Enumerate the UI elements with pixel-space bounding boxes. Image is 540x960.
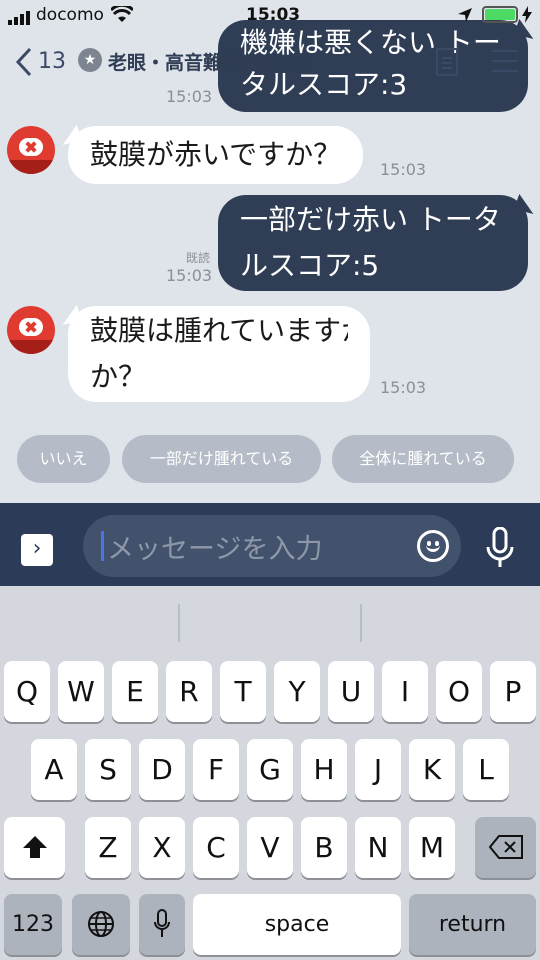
key-t[interactable]: T — [220, 661, 266, 722]
keyboard: Q W E R T Y U I O P A S D F G H J K L Z … — [0, 586, 540, 960]
message-text: 鼓膜が赤いですか？ — [90, 138, 342, 171]
key-f[interactable]: F — [193, 739, 239, 800]
bot-avatar[interactable] — [7, 306, 55, 354]
key-x[interactable]: X — [139, 817, 185, 878]
globe-key[interactable] — [72, 894, 130, 955]
key-l[interactable]: L — [463, 739, 509, 800]
key-m[interactable]: M — [409, 817, 455, 878]
key-v[interactable]: V — [247, 817, 293, 878]
message-text-line: 一部だけ赤い トータ — [240, 203, 501, 236]
backspace-key[interactable] — [475, 817, 536, 878]
shift-key[interactable] — [4, 817, 65, 878]
suggestion-divider — [360, 604, 362, 642]
expand-menu-button[interactable]: › — [21, 534, 53, 566]
message-text-line: ルスコア:5 — [240, 249, 380, 282]
carrier-name: docomo — [36, 5, 104, 25]
key-i[interactable]: I — [382, 661, 428, 722]
back-button[interactable]: 13 — [12, 44, 66, 80]
key-b[interactable]: B — [301, 817, 347, 878]
message-bubble-user[interactable]: 一部だけ赤い トータ ルスコア:5 — [218, 195, 528, 291]
message-text-line: か？ — [90, 360, 147, 393]
dictation-key[interactable] — [139, 894, 185, 955]
quick-reply-no[interactable]: いいえ — [17, 435, 110, 483]
menu-icon[interactable] — [492, 50, 518, 72]
key-w[interactable]: W — [58, 661, 104, 722]
key-y[interactable]: Y — [274, 661, 320, 722]
key-p[interactable]: P — [490, 661, 536, 722]
cross-icon — [19, 318, 43, 336]
wifi-icon — [109, 3, 135, 27]
notes-icon[interactable] — [436, 48, 458, 76]
message-bubble-bot[interactable]: 鼓膜は腫れていますか か？ — [68, 306, 370, 402]
space-key[interactable]: space — [193, 894, 401, 955]
key-g[interactable]: G — [247, 739, 293, 800]
battery-icon — [482, 6, 518, 23]
key-q[interactable]: Q — [4, 661, 50, 722]
key-c[interactable]: C — [193, 817, 239, 878]
charging-icon — [522, 6, 532, 28]
key-o[interactable]: O — [436, 661, 482, 722]
key-h[interactable]: H — [301, 739, 347, 800]
clock: 15:03 — [246, 5, 301, 25]
key-s[interactable]: S — [85, 739, 131, 800]
key-z[interactable]: Z — [85, 817, 131, 878]
text-caret — [101, 531, 104, 561]
chat-header: 13 ★ 老眼・高音難聴判定Bot — [0, 30, 540, 90]
key-n[interactable]: N — [355, 817, 401, 878]
official-badge-icon: ★ — [78, 48, 102, 72]
bot-avatar[interactable] — [7, 126, 55, 174]
key-e[interactable]: E — [112, 661, 158, 722]
message-time: 15:03 — [380, 378, 427, 397]
key-r[interactable]: R — [166, 661, 212, 722]
quick-reply-fully-swollen[interactable]: 全体に腫れている — [332, 435, 514, 483]
key-j[interactable]: J — [355, 739, 401, 800]
location-icon — [458, 7, 472, 27]
message-input-placeholder: メッセージを入力 — [107, 534, 323, 565]
cross-icon — [19, 138, 43, 156]
numbers-key[interactable]: 123 — [4, 894, 62, 955]
voice-input-icon[interactable] — [485, 526, 515, 571]
message-time: 15:03 — [166, 266, 213, 285]
message-time: 15:03 — [380, 160, 427, 179]
message-text-line: 鼓膜は腫れていますか — [90, 314, 348, 347]
key-u[interactable]: U — [328, 661, 374, 722]
unread-count: 13 — [38, 49, 66, 74]
read-receipt: 既読 — [186, 251, 211, 265]
quick-reply-partly-swollen[interactable]: 一部だけ腫れている — [122, 435, 321, 483]
return-key[interactable]: return — [409, 894, 536, 955]
message-bubble-bot[interactable]: 鼓膜が赤いですか？ — [68, 126, 364, 184]
message-input-bar: › メッセージを入力 — [0, 503, 540, 586]
message-input[interactable]: メッセージを入力 — [83, 515, 461, 577]
emoji-icon[interactable] — [417, 530, 449, 562]
chat-title[interactable]: 老眼・高音難聴判定Bot — [108, 48, 316, 75]
key-k[interactable]: K — [409, 739, 455, 800]
suggestion-divider — [178, 604, 180, 642]
status-bar: docomo 15:03 — [0, 0, 540, 30]
key-d[interactable]: D — [139, 739, 185, 800]
key-a[interactable]: A — [31, 739, 77, 800]
